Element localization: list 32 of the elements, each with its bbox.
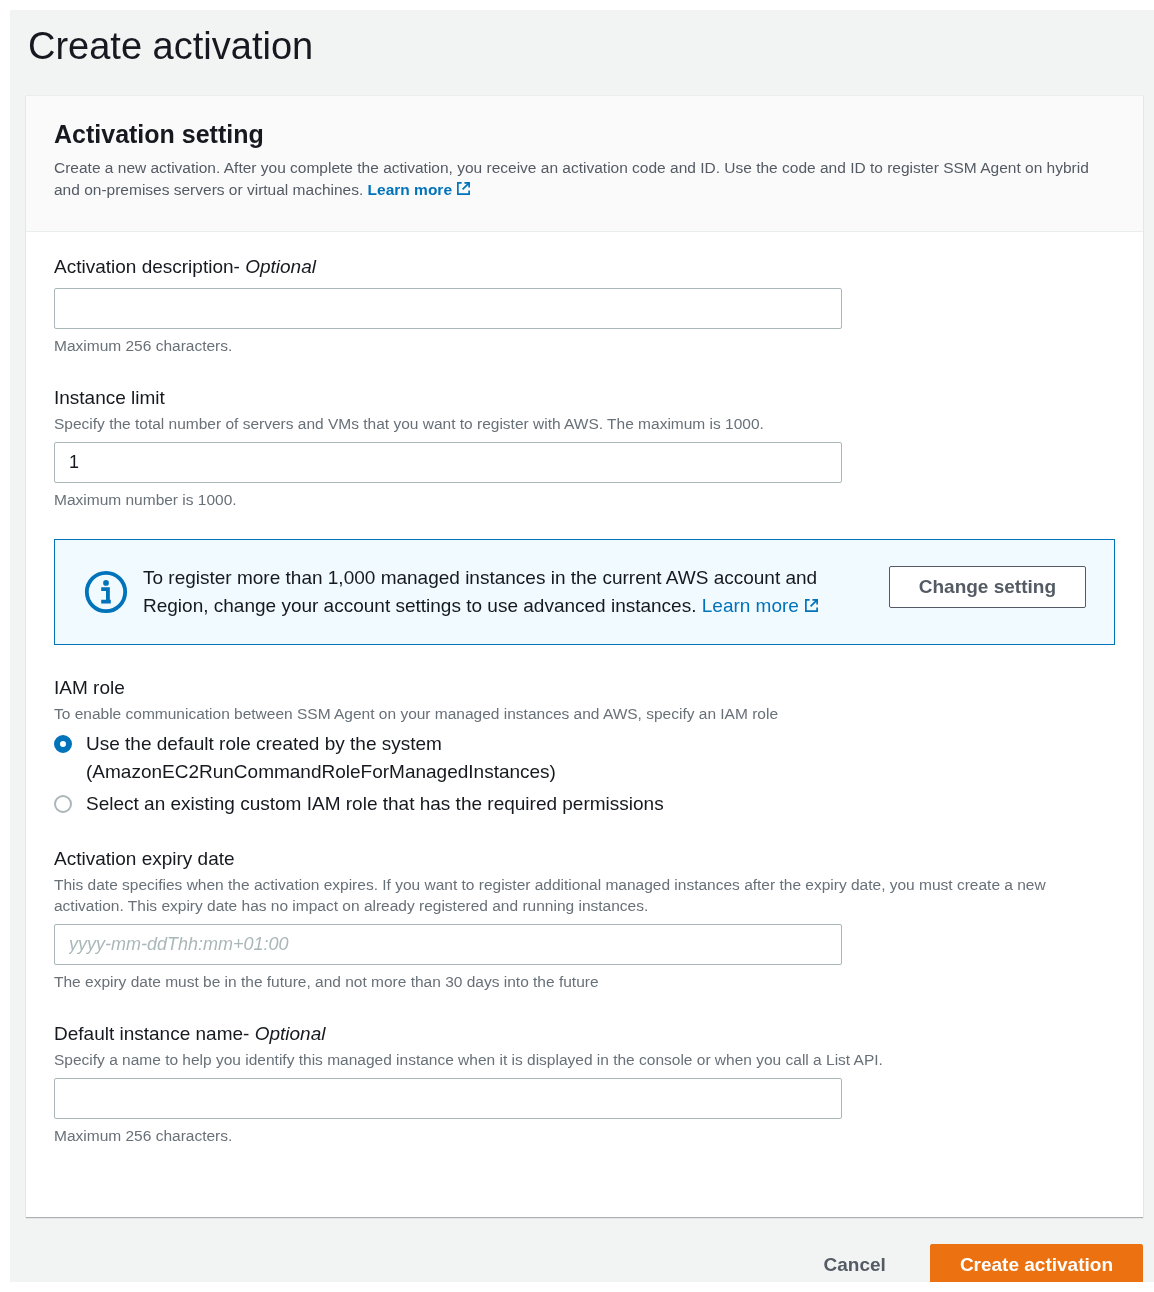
field-hint: Maximum number is 1000. — [54, 491, 238, 509]
radio-label: Use the default role created by the system — [86, 732, 443, 756]
external-link-icon — [456, 181, 472, 196]
field-description: Specify the total number of servers and VMs that you want to register with AWS. The maximum is 1000. — [54, 414, 765, 434]
field-description: To enable communication between SSM Agent on your managed instances and AWS, specify an IAM role — [54, 704, 780, 724]
field-label: IAM role — [54, 676, 126, 700]
field-hint: The expiry date must be in the future, and not more than 30 days into the future — [54, 973, 600, 991]
field-label: Activation description- Optional — [54, 255, 318, 279]
field-hint: Maximum 256 characters. — [54, 337, 234, 355]
alert-message: To register more than 1,000 managed instances in the current AWS account and Region, change your account settings to use advanced instances. Learn more — [143, 566, 821, 618]
learn-more-link[interactable]: Learn more — [367, 181, 472, 198]
cancel-button[interactable]: Cancel — [823, 1246, 886, 1282]
radio-sublabel: (AmazonEC2RunCommandRoleForManagedInstances) — [86, 760, 556, 784]
radio-button[interactable] — [54, 795, 72, 813]
page-title: Create activation — [28, 24, 315, 68]
field-label: Default instance name- Optional — [54, 1022, 327, 1046]
info-icon — [83, 569, 129, 615]
external-link-icon — [804, 598, 820, 613]
input-field[interactable] — [54, 1078, 842, 1119]
change-setting-button[interactable]: Change setting — [888, 566, 1086, 608]
field-description: Specify a name to help you identify this managed instance when it is displayed in the console or when you call a List API. — [54, 1050, 884, 1070]
input-field[interactable]: 1 — [54, 442, 842, 483]
radio-label: Select an existing custom IAM role that has the required permissions — [86, 792, 664, 816]
field-label: Instance limit — [54, 386, 166, 410]
field-description: This date specifies when the activation expires. If you want to register additional managed instances after the expiry date, you must create a new activation. This expiry date has no impact on already registered and running instances. — [54, 875, 1047, 916]
input-field[interactable] — [54, 288, 842, 329]
field-label: Activation expiry date — [54, 847, 236, 871]
learn-more-link[interactable]: Learn more — [701, 595, 820, 616]
section-description: Create a new activation. After you complete the activation, you receive an activation code and ID. Use the code and ID to register SSM Agent on hybrid and on-premises servers or virtual machines. Learn more — [54, 158, 1090, 200]
radio-button[interactable] — [54, 735, 72, 753]
section-title: Activation setting — [54, 120, 265, 149]
field-hint: Maximum 256 characters. — [54, 1127, 234, 1145]
